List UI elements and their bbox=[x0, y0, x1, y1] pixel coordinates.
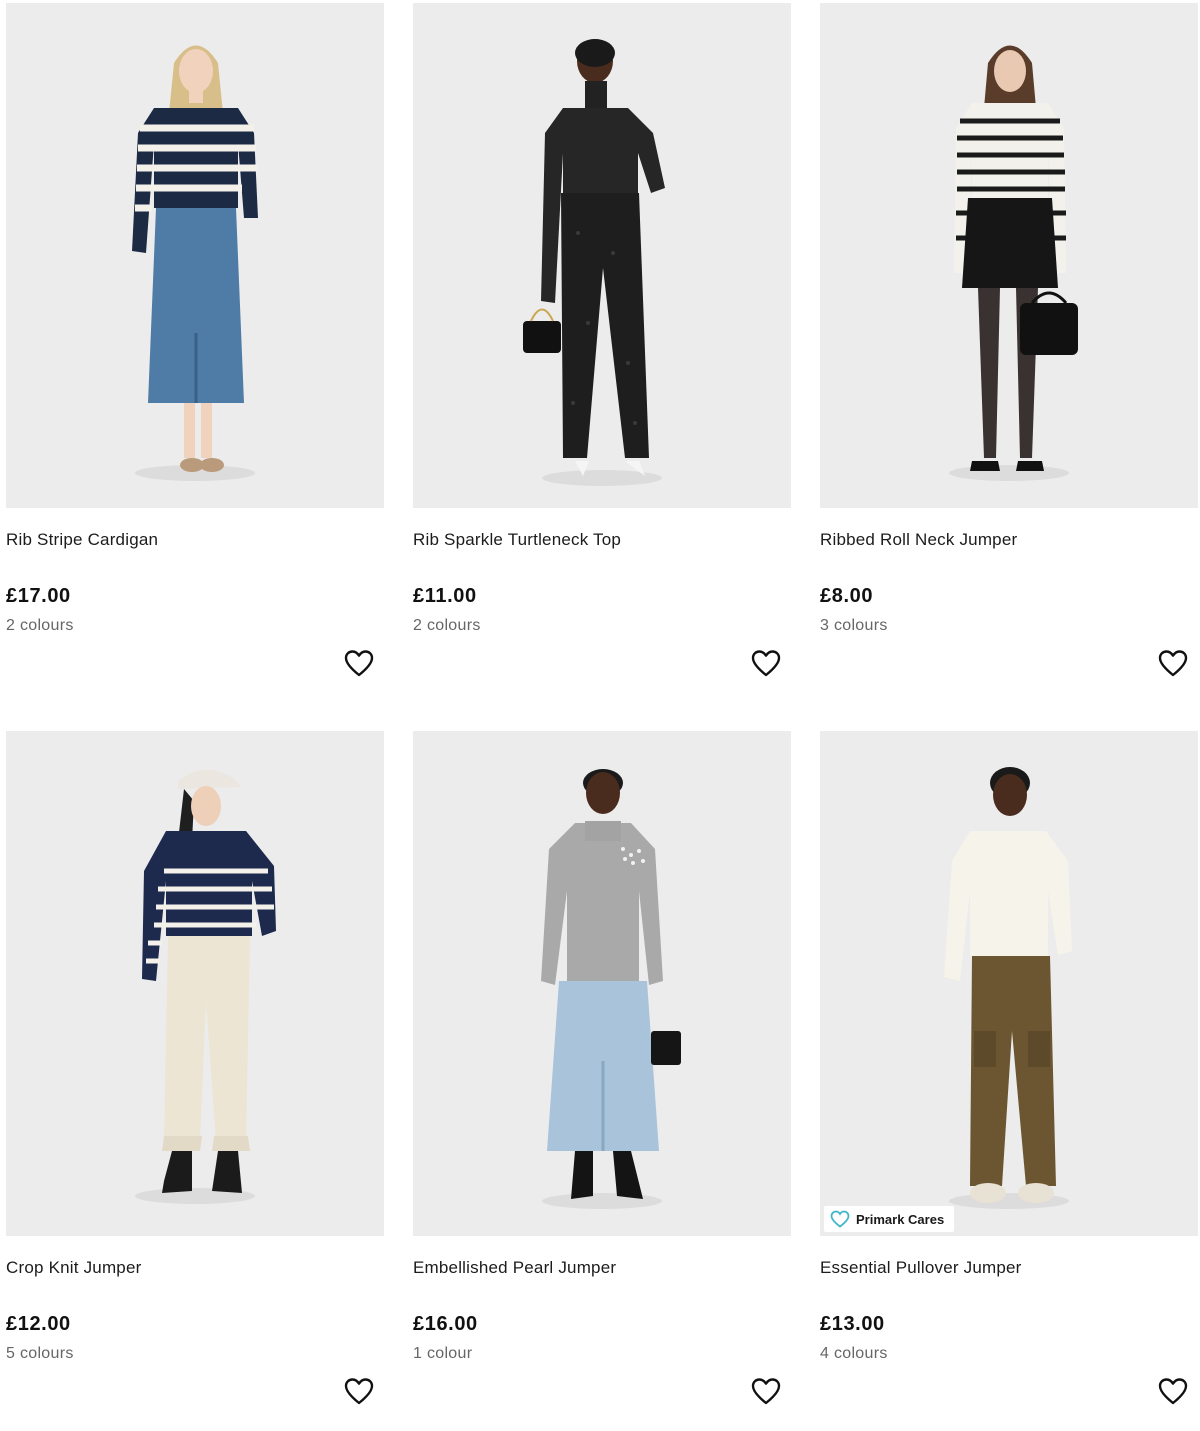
wishlist-heart-icon[interactable] bbox=[1157, 1376, 1189, 1408]
product-card[interactable]: Embellished Pearl Jumper £16.00 1 colour bbox=[413, 731, 791, 1431]
wishlist-heart-icon[interactable] bbox=[750, 1376, 782, 1408]
product-name[interactable]: Rib Sparkle Turtleneck Top bbox=[413, 530, 621, 550]
product-colours: 1 colour bbox=[413, 1345, 473, 1362]
product-grid: Rib Stripe Cardigan £17.00 2 colours Rib… bbox=[0, 0, 1200, 1405]
product-image[interactable] bbox=[6, 3, 384, 508]
product-name[interactable]: Rib Stripe Cardigan bbox=[6, 530, 158, 550]
product-price: £8.00 bbox=[820, 585, 874, 607]
product-price: £13.00 bbox=[820, 1313, 885, 1335]
primark-cares-badge: Primark Cares bbox=[824, 1206, 955, 1232]
product-image[interactable] bbox=[820, 3, 1198, 508]
product-colours: 2 colours bbox=[6, 617, 74, 634]
product-price: £17.00 bbox=[6, 585, 71, 607]
product-price: £16.00 bbox=[413, 1313, 478, 1335]
product-price: £11.00 bbox=[413, 585, 477, 607]
product-card[interactable]: Primark Cares Essential Pullover Jumper … bbox=[820, 731, 1198, 1431]
product-colours: 3 colours bbox=[820, 617, 888, 634]
wishlist-heart-icon[interactable] bbox=[750, 648, 782, 680]
product-image[interactable]: Primark Cares bbox=[820, 731, 1198, 1236]
product-price: £12.00 bbox=[6, 1313, 71, 1335]
product-image[interactable] bbox=[413, 3, 791, 508]
product-card[interactable]: Ribbed Roll Neck Jumper £8.00 3 colours bbox=[820, 3, 1198, 703]
product-colours: 2 colours bbox=[413, 617, 481, 634]
product-name[interactable]: Essential Pullover Jumper bbox=[820, 1258, 1022, 1278]
badge-label: Primark Cares bbox=[856, 1211, 945, 1227]
wishlist-heart-icon[interactable] bbox=[343, 1376, 375, 1408]
product-colours: 4 colours bbox=[820, 1345, 888, 1362]
product-colours: 5 colours bbox=[6, 1345, 74, 1362]
product-card[interactable]: Crop Knit Jumper £12.00 5 colours bbox=[6, 731, 384, 1431]
product-name[interactable]: Crop Knit Jumper bbox=[6, 1258, 141, 1278]
product-image[interactable] bbox=[6, 731, 384, 1236]
product-card[interactable]: Rib Stripe Cardigan £17.00 2 colours bbox=[6, 3, 384, 703]
wishlist-heart-icon[interactable] bbox=[1157, 648, 1189, 680]
product-name[interactable]: Embellished Pearl Jumper bbox=[413, 1258, 616, 1278]
product-name[interactable]: Ribbed Roll Neck Jumper bbox=[820, 530, 1017, 550]
product-image[interactable] bbox=[413, 731, 791, 1236]
wishlist-heart-icon[interactable] bbox=[343, 648, 375, 680]
product-card[interactable]: Rib Sparkle Turtleneck Top £11.00 2 colo… bbox=[413, 3, 791, 703]
heart-icon bbox=[830, 1210, 850, 1228]
